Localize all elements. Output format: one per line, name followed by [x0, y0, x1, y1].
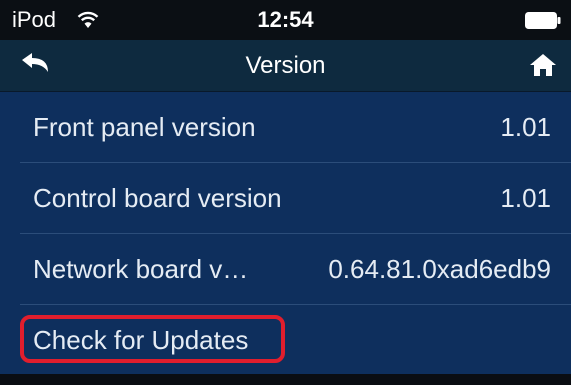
battery-full-icon	[525, 12, 561, 29]
home-icon[interactable]	[529, 52, 557, 78]
status-bar: iPod 12:54	[0, 0, 571, 40]
navigation-bar: Version	[0, 40, 571, 92]
network-board-version-row: Network board v… 0.64.81.0xad6edb9	[0, 234, 571, 304]
front-panel-version-row: Front panel version 1.01	[0, 92, 571, 162]
front-panel-version-label: Front panel version	[33, 112, 256, 142]
network-board-version-label: Network board v…	[33, 254, 249, 284]
clock: 12:54	[257, 7, 314, 32]
control-board-version-row: Control board version 1.01	[0, 163, 571, 233]
page-title: Version	[245, 52, 326, 79]
control-board-version-label: Control board version	[33, 183, 282, 213]
control-board-version-value: 1.01	[500, 183, 551, 213]
bottom-edge	[0, 374, 571, 385]
front-panel-version-value: 1.01	[500, 112, 551, 142]
version-screen: iPod 12:54 Version Front panel version 1…	[0, 0, 571, 385]
network-board-version-value: 0.64.81.0xad6edb9	[328, 254, 551, 284]
version-list: Front panel version 1.01 Control board v…	[0, 92, 571, 374]
highlight-annotation	[20, 315, 285, 363]
